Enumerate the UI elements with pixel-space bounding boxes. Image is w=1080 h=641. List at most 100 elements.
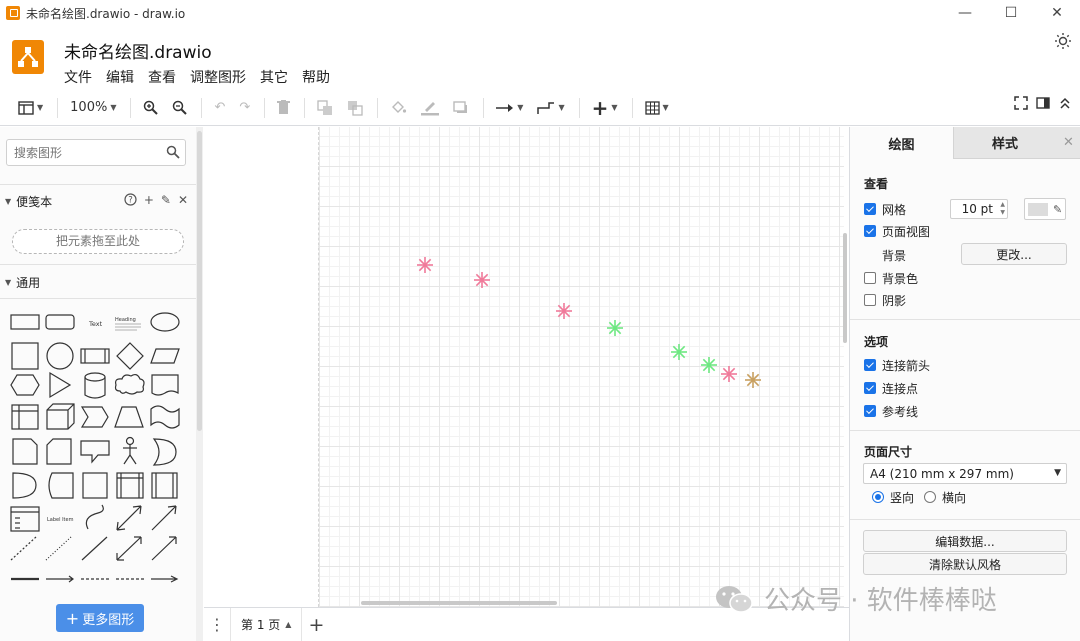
shadow-option[interactable]: 阴影 xyxy=(864,291,906,309)
to-back-button[interactable] xyxy=(343,96,367,120)
menubar: 文件 编辑 查看 调整图形 其它 帮助 xyxy=(64,67,330,87)
landscape-option[interactable]: 横向 xyxy=(924,488,966,506)
fill-color-button[interactable] xyxy=(386,96,411,120)
canvas-star-shape[interactable] xyxy=(719,364,739,384)
canvas-star-shape[interactable] xyxy=(669,342,689,362)
table-icon xyxy=(644,100,660,115)
help-icon[interactable]: ? xyxy=(124,193,137,209)
to-back-icon xyxy=(348,100,363,116)
close-button[interactable]: ✕ xyxy=(1034,0,1080,26)
shape-cube xyxy=(46,403,75,430)
undo-button[interactable]: ↶ xyxy=(210,96,229,120)
diagram-canvas[interactable] xyxy=(204,127,849,607)
scratchpad-dropzone[interactable]: 把元素拖至此处 xyxy=(12,229,184,254)
pages-menu-button[interactable]: ⋮ xyxy=(204,615,230,634)
connection-points-checkbox[interactable] xyxy=(864,382,876,394)
chevron-down-icon: ▼ xyxy=(611,103,618,112)
minimize-button[interactable]: — xyxy=(942,0,988,26)
page-grid xyxy=(318,127,844,607)
add-page-button[interactable]: + xyxy=(302,614,330,636)
shadow-button[interactable] xyxy=(449,96,473,120)
grid-size-value: 10 pt xyxy=(961,202,993,216)
canvas-star-shape[interactable] xyxy=(554,301,574,321)
general-title: 通用 xyxy=(16,275,41,290)
general-header[interactable]: ▼ 通用 xyxy=(0,268,196,296)
delete-button[interactable] xyxy=(273,96,294,120)
connection-arrows-option[interactable]: 连接箭头 xyxy=(864,356,930,374)
close-icon[interactable]: ✕ xyxy=(178,193,188,209)
connection-style-button[interactable]: ▼ xyxy=(492,96,527,120)
options-section-title: 选项 xyxy=(864,335,889,349)
close-panel-button[interactable]: ✕ xyxy=(1056,127,1080,159)
zoom-select[interactable]: 100% ▼ xyxy=(66,96,120,120)
grid-checkbox[interactable] xyxy=(864,203,876,215)
sidebar-scrollbar[interactable] xyxy=(196,127,203,641)
menu-help[interactable]: 帮助 xyxy=(302,67,330,87)
menu-edit[interactable]: 编辑 xyxy=(106,67,134,87)
drawio-logo xyxy=(12,40,44,74)
collapse-toolbar-button[interactable] xyxy=(1058,96,1072,113)
grid-color-button[interactable]: ✎ xyxy=(1024,198,1066,220)
spinner-icon[interactable]: ▲ ▼ xyxy=(1000,201,1005,217)
page-view-checkbox[interactable] xyxy=(864,225,876,237)
arrow-right-icon xyxy=(496,103,514,112)
canvas-horizontal-scrollbar[interactable] xyxy=(361,601,557,605)
caret-down-icon: ▼ xyxy=(5,196,12,206)
change-background-button[interactable]: 更改... xyxy=(961,243,1067,265)
grid-size-input[interactable]: 10 pt ▲ ▼ xyxy=(950,199,1008,219)
zoom-out-button[interactable] xyxy=(168,96,191,120)
file-title[interactable]: 未命名绘图.drawio xyxy=(64,38,212,63)
zoom-in-button[interactable] xyxy=(139,96,162,120)
canvas-vertical-scrollbar[interactable] xyxy=(842,127,849,607)
landscape-radio[interactable] xyxy=(924,491,936,503)
canvas-star-shape[interactable] xyxy=(699,355,719,375)
format-panel-button[interactable] xyxy=(1036,96,1050,113)
shape-ellipse xyxy=(150,312,180,332)
canvas-star-shape[interactable] xyxy=(415,255,435,275)
insert-button[interactable]: + ▼ xyxy=(588,96,622,120)
table-button[interactable]: ▼ xyxy=(641,96,673,120)
search-icon[interactable] xyxy=(166,145,180,159)
portrait-option[interactable]: 竖向 xyxy=(872,488,914,506)
portrait-radio[interactable] xyxy=(872,491,884,503)
shape-search-input[interactable] xyxy=(7,140,157,165)
to-front-button[interactable] xyxy=(313,96,337,120)
background-color-checkbox[interactable] xyxy=(864,272,876,284)
connection-arrows-label: 连接箭头 xyxy=(882,358,931,373)
tab-diagram[interactable]: 绘图 xyxy=(850,127,953,159)
panel-layout-button[interactable]: ▼ xyxy=(14,96,47,120)
guides-checkbox[interactable] xyxy=(864,405,876,417)
shadow-checkbox[interactable] xyxy=(864,294,876,306)
clear-default-style-button[interactable]: 清除默认风格 xyxy=(863,553,1067,575)
page-tab[interactable]: 第 1 页 ▲ xyxy=(230,607,303,641)
scratchpad-header[interactable]: ▼ 便笺本 ? + ✎ ✕ xyxy=(0,187,196,215)
page-size-select[interactable]: A4 (210 mm x 297 mm) ▼ xyxy=(863,463,1067,484)
canvas-star-shape[interactable] xyxy=(605,318,625,338)
grid-option[interactable]: 网格 xyxy=(864,200,906,218)
guides-option[interactable]: 参考线 xyxy=(864,402,918,420)
add-icon[interactable]: + xyxy=(144,193,154,209)
tab-style[interactable]: 样式 xyxy=(953,127,1056,159)
fullscreen-button[interactable] xyxy=(1014,96,1028,113)
waypoints-button[interactable]: ▼ xyxy=(533,96,568,120)
connection-points-option[interactable]: 连接点 xyxy=(864,379,918,397)
edit-icon[interactable]: ✎ xyxy=(161,193,171,209)
menu-view[interactable]: 查看 xyxy=(148,67,176,87)
scratchpad-title: 便笺本 xyxy=(16,194,53,209)
canvas-star-shape[interactable] xyxy=(743,370,763,390)
redo-button[interactable]: ↷ xyxy=(235,96,254,120)
theme-toggle-button[interactable] xyxy=(1054,32,1072,50)
connection-arrows-checkbox[interactable] xyxy=(864,359,876,371)
menu-file[interactable]: 文件 xyxy=(64,67,92,87)
canvas-star-shape[interactable] xyxy=(472,270,492,290)
page-view-option[interactable]: 页面视图 xyxy=(864,222,930,240)
edit-data-button[interactable]: 编辑数据... xyxy=(863,530,1067,552)
background-color-option[interactable]: 背景色 xyxy=(864,269,918,287)
view-section-title: 查看 xyxy=(864,177,889,191)
line-color-button[interactable] xyxy=(417,96,443,120)
more-shapes-button[interactable]: + 更多图形 xyxy=(56,604,144,632)
menu-arrange[interactable]: 调整图形 xyxy=(190,67,246,87)
maximize-button[interactable]: ☐ xyxy=(988,0,1034,26)
plus-icon: + xyxy=(308,613,325,636)
menu-extras[interactable]: 其它 xyxy=(260,67,288,87)
